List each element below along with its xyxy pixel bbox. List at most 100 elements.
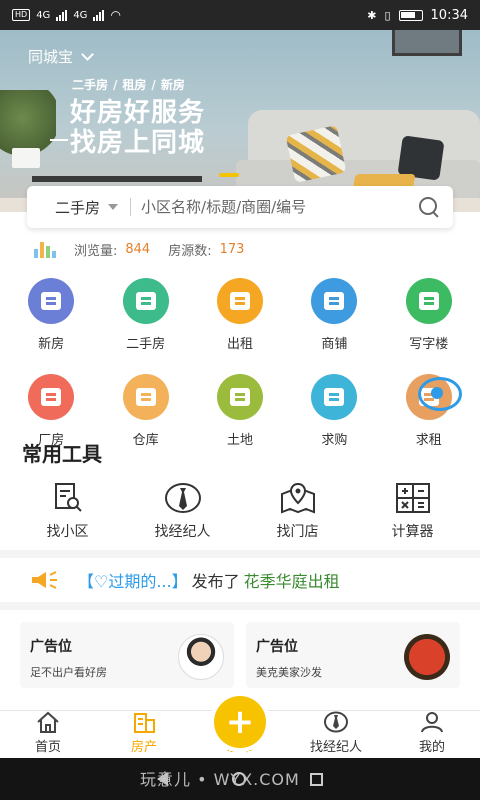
tab-home[interactable]: 首页: [0, 711, 96, 758]
category-label: 写字楼: [409, 337, 449, 352]
banner-headline-2: 找房上同城: [70, 128, 206, 158]
bluetooth-icon: ✱: [367, 8, 377, 22]
building-icon: [41, 292, 62, 310]
tab-property[interactable]: 房产: [96, 711, 192, 758]
warehouse-icon: [122, 374, 169, 420]
ad-card[interactable]: 广告位 美克美家沙发: [246, 622, 460, 688]
factory-glyph-icon: [41, 388, 62, 406]
tool-find-community[interactable]: 找小区: [18, 482, 118, 541]
category-rent[interactable]: 出租: [200, 278, 280, 352]
status-bar: HD 4G 4G ◠ ✱ ▯ 10:34: [0, 0, 480, 30]
touch-indicator: [418, 377, 462, 411]
tool-label: 计算器: [391, 524, 434, 540]
category-row: 新房 二手房 出租 商铺 写字楼: [0, 278, 480, 352]
category-label: 新房: [38, 337, 65, 352]
hand-money-icon: [324, 388, 345, 406]
search-input[interactable]: [141, 198, 417, 216]
city-selector[interactable]: 同城宝: [28, 46, 94, 67]
category-label: 二手房: [126, 337, 166, 352]
category-label: 商铺: [321, 337, 348, 352]
tools-title: 常用工具: [22, 442, 102, 466]
network-label-2: 4G: [73, 9, 88, 21]
promo-badge-icon: [404, 634, 450, 680]
ad-card[interactable]: 广告位 足不出户看好房: [20, 622, 234, 688]
tab-label: 我的: [418, 740, 445, 755]
banner-tag: 新房: [160, 78, 185, 92]
category-warehouse[interactable]: 仓库: [106, 374, 186, 448]
vibrate-icon: ▯: [384, 8, 391, 22]
notice-user[interactable]: 【♡过期的...】: [78, 568, 188, 592]
tab-label: 首页: [34, 740, 61, 755]
office-building-icon: [418, 292, 439, 310]
wall-art-image: [392, 30, 462, 56]
tools-row: 找小区 找经纪人 找门店 计算器: [0, 482, 480, 541]
caret-down-icon: [108, 204, 119, 210]
category-row: 厂房 仓库 土地 求购 求租: [0, 374, 480, 448]
tab-me[interactable]: 我的: [384, 711, 480, 758]
banner-tag: 二手房: [72, 78, 109, 92]
city-label: 同城宝: [28, 48, 74, 66]
battery-icon: [398, 9, 423, 21]
wifi-icon: ◠: [110, 8, 121, 22]
activity-notice[interactable]: 【♡过期的...】 发布了 花季华庭出租: [0, 558, 480, 602]
tab-label: 房产: [130, 740, 157, 755]
category-land[interactable]: 土地: [200, 374, 280, 448]
search-divider: [130, 198, 132, 216]
notice-action: 发布了: [191, 572, 240, 591]
banner-tag: 租房: [122, 78, 147, 92]
category-office[interactable]: 写字楼: [389, 278, 469, 352]
views-count: 844: [125, 242, 151, 257]
office-icon: [405, 278, 452, 324]
hd-icon: HD: [12, 9, 31, 21]
factory-icon: [28, 374, 75, 420]
pager-dot-active: [219, 173, 239, 177]
chevron-down-icon: [81, 48, 94, 61]
category-want-buy[interactable]: 求购: [294, 374, 374, 448]
pot-image: [12, 148, 40, 168]
search-icon[interactable]: [417, 195, 441, 219]
category-second-hand[interactable]: 二手房: [106, 278, 186, 352]
network-label: 4G: [36, 9, 51, 21]
tab-label: 找经纪人: [309, 740, 362, 755]
banner-tag-separator: /: [151, 78, 156, 92]
land-icon: [216, 374, 263, 420]
recents-button[interactable]: [310, 772, 323, 786]
home-icon: [37, 711, 59, 733]
banner-tags: 二手房 / 租房 / 新房: [72, 76, 185, 93]
tool-find-agent[interactable]: 找经纪人: [133, 482, 233, 541]
listings-label: 房源数:: [168, 244, 212, 259]
listings-count: 173: [219, 242, 245, 257]
rent-icon: [216, 278, 263, 324]
tool-find-store[interactable]: 找门店: [248, 482, 348, 541]
category-label: 求租: [415, 433, 442, 448]
search-type-label: 二手房: [55, 198, 101, 217]
house-icon: [135, 292, 156, 310]
house-icon: [229, 292, 250, 310]
plus-icon: +: [225, 702, 255, 742]
category-label: 仓库: [132, 433, 159, 448]
calculator-icon: [395, 483, 430, 513]
category-factory[interactable]: 厂房: [11, 374, 91, 448]
agent-tie-icon: [164, 483, 201, 513]
tool-label: 找小区: [46, 524, 89, 540]
document-search-icon: [54, 483, 82, 512]
agent-avatar: [178, 634, 224, 680]
new-house-icon: [28, 278, 75, 324]
tool-calculator[interactable]: 计算器: [363, 482, 463, 541]
want-buy-icon: [311, 374, 358, 420]
clock: 10:34: [430, 7, 468, 23]
publish-button[interactable]: +: [214, 696, 266, 748]
category-label: 求购: [321, 433, 348, 448]
tool-label: 找经纪人: [154, 524, 211, 540]
shop-icon: [311, 278, 358, 324]
tool-label: 找门店: [276, 524, 319, 540]
signal-icon-2: [93, 9, 105, 21]
bar-chart-icon: [34, 241, 56, 258]
search-bar: 二手房: [27, 186, 453, 228]
category-new-house[interactable]: 新房: [11, 278, 91, 352]
megaphone-icon: [32, 571, 57, 589]
tab-find-agent[interactable]: 找经纪人: [288, 711, 384, 758]
notice-listing[interactable]: 花季华庭出租: [244, 568, 340, 592]
search-type-dropdown[interactable]: 二手房: [55, 197, 119, 218]
category-shop[interactable]: 商铺: [294, 278, 374, 352]
